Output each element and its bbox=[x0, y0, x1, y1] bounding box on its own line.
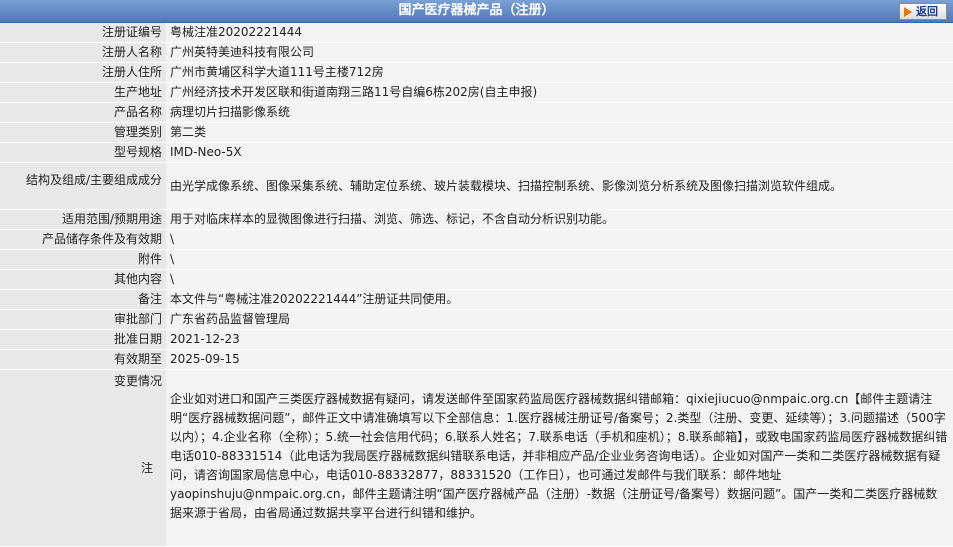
row-value: 广州市黄埔区科学大道111号主楼712房 bbox=[166, 62, 953, 83]
row-label: 有效期至 bbox=[0, 349, 166, 370]
row-label: 审批部门 bbox=[0, 309, 166, 330]
table-row: 附件 \ bbox=[0, 249, 953, 270]
row-label: 注册人名称 bbox=[0, 42, 166, 63]
row-label: 适用范围/预期用途 bbox=[0, 209, 166, 230]
table-row: 备注 本文件与“粤械注准20202221444”注册证共同使用。 bbox=[0, 289, 953, 310]
row-label: 其他内容 bbox=[0, 269, 166, 290]
row-value: \ bbox=[166, 229, 953, 250]
row-value: 2025-09-15 bbox=[166, 349, 953, 370]
notes-text: 企业如对进口和国产三类医疗器械数据有疑问，请发送邮件至国家药监局医疗器械数据纠错… bbox=[170, 391, 948, 520]
row-label: 产品名称 bbox=[0, 102, 166, 123]
back-arrow-icon bbox=[904, 6, 912, 17]
table-row: 注册人住所 广州市黄埔区科学大道111号主楼712房 bbox=[0, 62, 953, 83]
notes-cell: 注 企业如对进口和国产三类医疗器械数据有疑问，请发送邮件至国家药监局医疗器械数据… bbox=[141, 369, 953, 547]
table-row: 注册证编号 粤械注准20202221444 bbox=[0, 23, 953, 43]
row-value: \ bbox=[166, 269, 953, 290]
notes-label: 注 bbox=[141, 461, 154, 475]
page-title: 国产医疗器械产品（注册） bbox=[398, 3, 555, 18]
row-value: 由光学成像系统、图像采集系统、辅助定位系统、玻片装载模块、扫描控制系统、影像浏览… bbox=[166, 162, 953, 210]
table-row: 生产地址 广州经济技术开发区联和街道南翔三路11号自编6栋202房(自主申报) bbox=[0, 82, 953, 103]
row-label: 生产地址 bbox=[0, 82, 166, 103]
row-value: 广东省药品监督管理局 bbox=[166, 309, 953, 330]
row-label: 注册人住所 bbox=[0, 62, 166, 83]
row-label: 结构及组成/主要组成成分 bbox=[0, 162, 166, 210]
table-row: 批准日期 2021-12-23 bbox=[0, 329, 953, 350]
row-value: 粤械注准20202221444 bbox=[166, 23, 953, 43]
row-label: 备注 bbox=[0, 289, 166, 310]
row-value: 第二类 bbox=[166, 122, 953, 143]
table-row: 有效期至 2025-09-15 bbox=[0, 349, 953, 370]
row-label: 附件 bbox=[0, 249, 166, 270]
row-value: 病理切片扫描影像系统 bbox=[166, 102, 953, 123]
table-row: 产品名称 病理切片扫描影像系统 bbox=[0, 102, 953, 123]
row-value: 用于对临床样本的显微图像进行扫描、浏览、筛选、标记，不含自动分析识别功能。 bbox=[166, 209, 953, 230]
page: 国产医疗器械产品（注册） 返回 注册证编号 粤械注准20202221444 注册人名… bbox=[0, 0, 953, 547]
row-label: 注册证编号 bbox=[0, 23, 166, 43]
table-row: 注册人名称 广州英特美迪科技有限公司 bbox=[0, 42, 953, 63]
table-row: 产品储存条件及有效期 \ bbox=[0, 229, 953, 250]
back-button-label: 返回 bbox=[916, 5, 938, 18]
row-label-change: 变更情况 bbox=[0, 369, 166, 547]
row-label: 型号规格 bbox=[0, 142, 166, 163]
row-value: 2021-12-23 bbox=[166, 329, 953, 350]
row-label: 批准日期 bbox=[0, 329, 166, 350]
title-bar: 国产医疗器械产品（注册） 返回 bbox=[0, 0, 953, 23]
detail-table: 注册证编号 粤械注准20202221444 注册人名称 广州英特美迪科技有限公司 注册人… bbox=[0, 23, 953, 547]
table-row: 管理类别 第二类 bbox=[0, 122, 953, 143]
table-row: 审批部门 广东省药品监督管理局 bbox=[0, 309, 953, 330]
row-value: IMD-Neo-5X bbox=[166, 142, 953, 163]
back-button[interactable]: 返回 bbox=[899, 3, 947, 20]
table-row: 型号规格 IMD-Neo-5X bbox=[0, 142, 953, 163]
row-value: \ bbox=[166, 249, 953, 270]
table-row-notes: 变更情况 注 企业如对进口和国产三类医疗器械数据有疑问，请发送邮件至国家药监局医… bbox=[0, 369, 953, 547]
table-row: 其他内容 \ bbox=[0, 269, 953, 290]
row-label: 产品储存条件及有效期 bbox=[0, 229, 166, 250]
row-label: 管理类别 bbox=[0, 122, 166, 143]
row-value: 广州英特美迪科技有限公司 bbox=[166, 42, 953, 63]
table-row: 结构及组成/主要组成成分 由光学成像系统、图像采集系统、辅助定位系统、玻片装载模块… bbox=[0, 162, 953, 210]
table-row: 适用范围/预期用途 用于对临床样本的显微图像进行扫描、浏览、筛选、标记，不含自动分… bbox=[0, 209, 953, 230]
row-value: 广州经济技术开发区联和街道南翔三路11号自编6栋202房(自主申报) bbox=[166, 82, 953, 103]
row-value: 本文件与“粤械注准20202221444”注册证共同使用。 bbox=[166, 289, 953, 310]
